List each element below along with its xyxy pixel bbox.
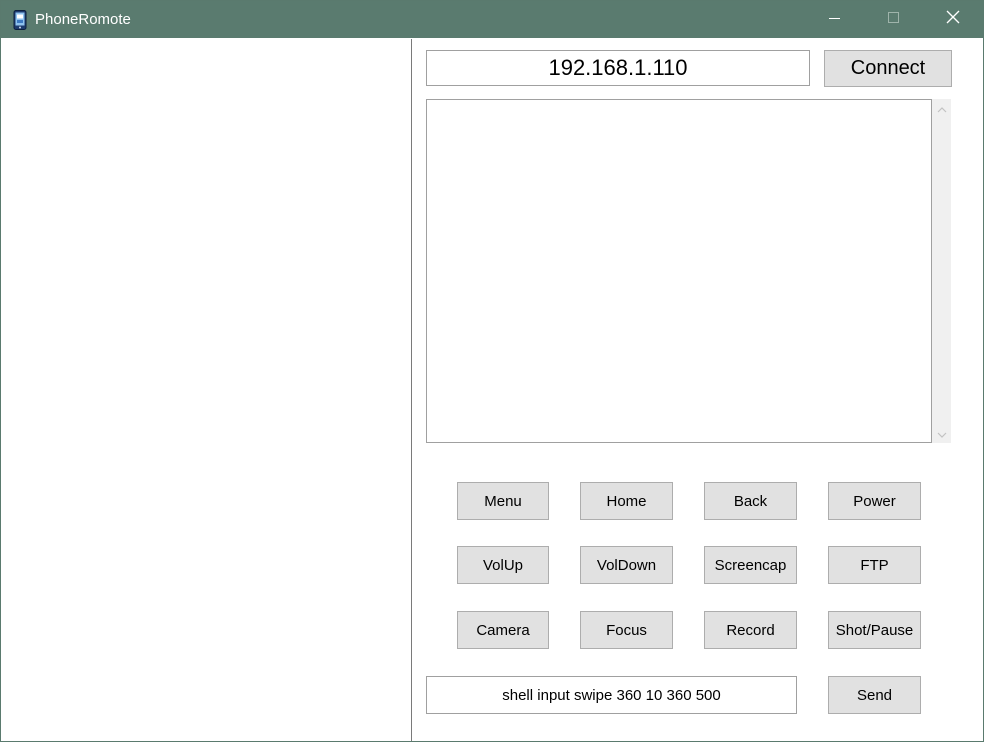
log-scrollbar[interactable] (932, 99, 951, 443)
send-button[interactable]: Send (828, 676, 921, 714)
volume-up-button[interactable]: VolUp (457, 546, 549, 584)
scroll-down-button[interactable] (932, 425, 951, 442)
minimize-icon (829, 11, 841, 29)
scroll-up-button[interactable] (932, 100, 951, 117)
menu-button[interactable]: Menu (457, 482, 549, 520)
ftp-button[interactable]: FTP (828, 546, 921, 584)
record-button[interactable]: Record (704, 611, 797, 649)
chevron-up-icon (937, 100, 947, 118)
chevron-down-icon (937, 425, 947, 443)
close-icon (946, 10, 960, 29)
volume-down-button[interactable]: VolDown (580, 546, 673, 584)
shot-pause-button[interactable]: Shot/Pause (828, 611, 921, 649)
app-window: PhoneRomote Connect (0, 0, 984, 742)
power-button[interactable]: Power (828, 482, 921, 520)
phone-app-icon (13, 10, 27, 30)
output-log-area[interactable] (426, 99, 932, 443)
window-title: PhoneRomote (35, 11, 131, 28)
connect-button[interactable]: Connect (824, 50, 952, 87)
maximize-icon (888, 11, 900, 29)
screen-preview-panel[interactable] (2, 39, 412, 741)
home-button[interactable]: Home (580, 482, 673, 520)
command-input[interactable] (426, 676, 797, 714)
minimize-button[interactable] (812, 1, 858, 38)
close-button[interactable] (930, 1, 976, 38)
maximize-button[interactable] (871, 1, 917, 38)
screencap-button[interactable]: Screencap (704, 546, 797, 584)
camera-button[interactable]: Camera (457, 611, 549, 649)
focus-button[interactable]: Focus (580, 611, 673, 649)
ip-address-input[interactable] (426, 50, 810, 86)
back-button[interactable]: Back (704, 482, 797, 520)
title-bar[interactable]: PhoneRomote (1, 1, 983, 38)
